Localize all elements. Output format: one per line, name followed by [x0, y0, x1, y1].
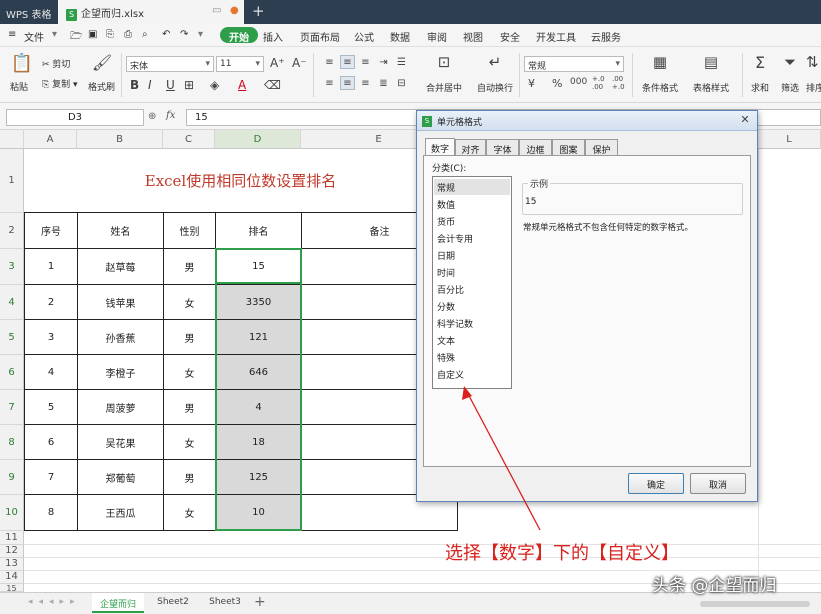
annotation-text: 选择【数字】下的【自定义】 [445, 543, 679, 564]
annotation-arrow [462, 386, 541, 531]
watermark: 头条 @企望而归 [652, 576, 777, 596]
